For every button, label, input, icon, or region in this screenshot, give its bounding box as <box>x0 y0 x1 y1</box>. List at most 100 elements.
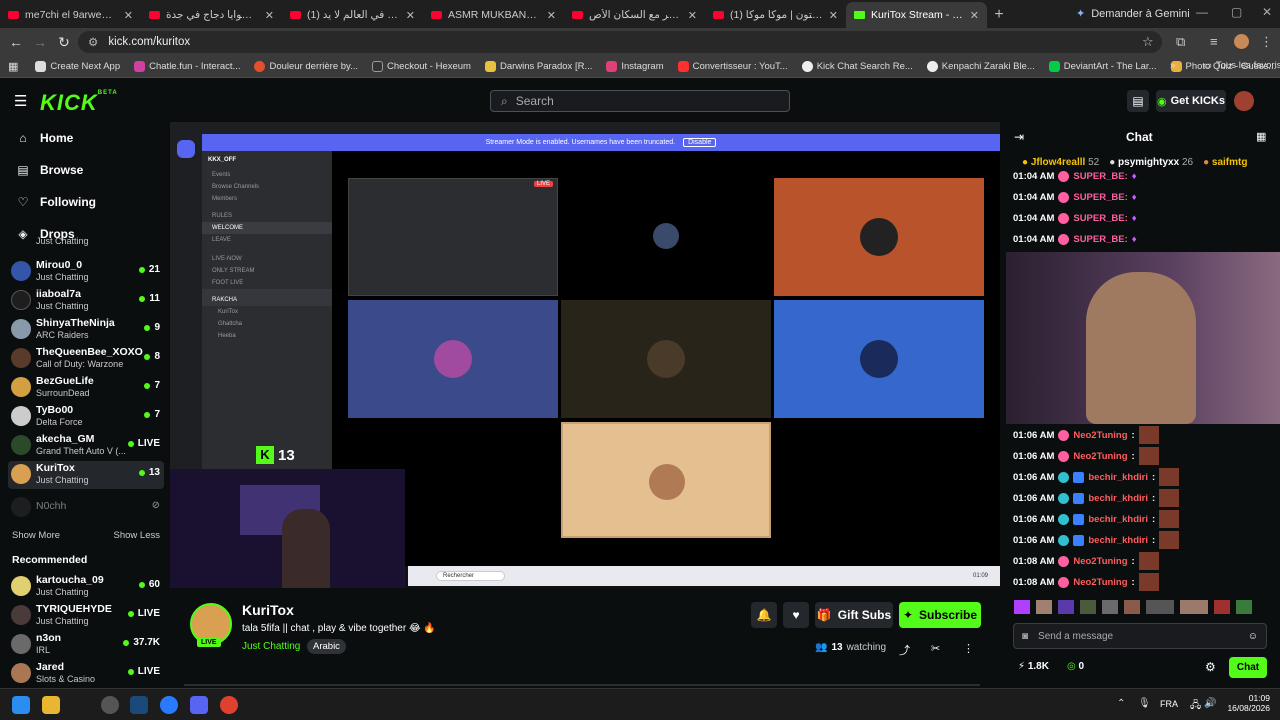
kick-logo[interactable]: KICKBETA <box>40 90 118 116</box>
more-options-icon[interactable]: ⋮ <box>963 642 974 655</box>
bookmark[interactable]: Kenpachi Zaraki Ble... <box>920 61 1042 72</box>
following-channel[interactable]: ShinyaTheNinja ARC Raiders 9 <box>8 316 164 344</box>
following-channel[interactable]: TyBo00 Delta Force 7 <box>8 403 164 431</box>
discord-icon[interactable] <box>190 696 208 714</box>
emoji-icon[interactable]: ☺ <box>1248 631 1258 642</box>
apps-icon[interactable]: ▦ <box>8 60 18 73</box>
emote-button[interactable] <box>1236 600 1252 614</box>
send-chat-button[interactable]: Chat <box>1229 657 1267 678</box>
search-input[interactable]: ⌕ Search <box>490 90 790 112</box>
following-channel[interactable]: Mirou0_0 Just Chatting 21 <box>8 258 164 286</box>
steam-icon[interactable] <box>130 696 148 714</box>
bookmark[interactable]: Douleur derrière by... <box>247 61 365 72</box>
clip-icon[interactable]: ✂ <box>931 642 940 655</box>
extensions-icon[interactable]: ⧉ <box>1176 34 1185 50</box>
close-icon[interactable]: ✕ <box>547 9 556 22</box>
collapse-chat-icon[interactable]: ⇥ <box>1014 130 1024 144</box>
nav-browse[interactable]: ▤ Browse <box>0 154 83 186</box>
bookmark[interactable]: Kick Chat Search Re... <box>795 61 920 72</box>
maximize-icon[interactable]: ▢ <box>1231 5 1242 19</box>
nav-following[interactable]: ♡ Following <box>0 186 96 218</box>
profile-avatar[interactable] <box>1234 34 1249 49</box>
emote-button[interactable] <box>1080 600 1096 614</box>
browser-tab[interactable]: me7chi el 9arwen - YouTube✕ <box>0 2 141 28</box>
chrome-icon[interactable] <box>220 696 238 714</box>
network-icon[interactable]: 🖧 <box>1190 698 1201 715</box>
close-icon[interactable]: ✕ <box>265 9 274 22</box>
browser-tab[interactable]: (1) أجمل بلد في العالم لا يد...✕ <box>282 2 423 28</box>
library-icon[interactable]: ▤ <box>1127 90 1149 112</box>
back-icon[interactable]: ← <box>4 34 28 50</box>
following-channel[interactable]: iiaboal7a Just Chatting 11 <box>8 287 164 315</box>
close-window-icon[interactable]: ✕ <box>1262 5 1272 19</box>
emote-button[interactable] <box>1146 600 1174 614</box>
emote-button[interactable] <box>1124 600 1140 614</box>
bookmark[interactable]: DeviantArt - The Lar... <box>1042 61 1164 72</box>
browser-tab[interactable]: دخلت البحر مع السكان الأص...✕ <box>564 2 705 28</box>
close-icon[interactable]: ✕ <box>829 9 838 22</box>
close-icon[interactable]: ✕ <box>970 9 979 22</box>
start-icon[interactable] <box>12 696 30 714</box>
recommended-channel[interactable]: kartoucha_09 Just Chatting 60 <box>8 573 164 601</box>
emote-button[interactable] <box>1036 600 1052 614</box>
nav-home[interactable]: ⌂ Home <box>0 122 73 154</box>
share-icon[interactable]: ⤴ <box>899 642 910 658</box>
bookmark[interactable]: Instagram <box>599 61 670 72</box>
channel-points[interactable]: ◎ 0 <box>1067 661 1084 672</box>
gifter[interactable]: ● psymightyxx 26 <box>1109 157 1193 168</box>
emote-button[interactable] <box>1102 600 1118 614</box>
new-tab-button[interactable]: + <box>987 2 1011 28</box>
reload-icon[interactable]: ↻ <box>52 34 76 51</box>
gemini-button[interactable]: ✦ Demander à Gemini <box>1076 7 1190 21</box>
site-info-icon[interactable]: ⚙ <box>88 35 98 49</box>
bookmark[interactable]: Create Next App <box>28 61 127 72</box>
bookmark[interactable]: Checkout - Hexeum <box>365 61 478 72</box>
media-icon[interactable]: ≡ <box>1210 34 1218 49</box>
obs-icon[interactable] <box>101 696 119 714</box>
get-kicks-button[interactable]: ◉ Get KICKs <box>1156 90 1226 112</box>
recommended-channel[interactable]: TYRIQUEHYDE Just Chatting LIVE <box>8 602 164 630</box>
recommended-channel[interactable]: n3on IRL 37.7K <box>8 631 164 659</box>
subscribe-button[interactable]: ✦ Subscribe <box>899 602 981 628</box>
following-channel-active[interactable]: KuriTox Just Chatting 13 <box>8 461 164 489</box>
disable-streamer-mode-button[interactable]: Disable <box>683 138 717 147</box>
video-player[interactable]: Streamer Mode is enabled. Usernames have… <box>170 122 1000 588</box>
language-indicator[interactable]: FRA <box>1160 699 1178 709</box>
chat-users-icon[interactable]: ▦ <box>1256 130 1266 143</box>
following-channel[interactable]: akecha_GM Grand Theft Auto V (... LIVE <box>8 432 164 460</box>
close-icon[interactable]: ✕ <box>124 9 133 22</box>
category-link[interactable]: Just Chatting <box>242 641 300 652</box>
volume-icon[interactable]: 🔊 <box>1204 698 1216 709</box>
following-channel[interactable]: BezGueLife SurrounDead 7 <box>8 374 164 402</box>
show-less-button[interactable]: Show Less <box>114 530 160 541</box>
user-avatar[interactable] <box>1234 91 1254 111</box>
gifter[interactable]: ● saifmtg <box>1203 157 1247 168</box>
url-field[interactable]: ⚙ kick.com/kuritox <box>78 31 1162 53</box>
kicks-balance[interactable]: ⚡ 1.8K <box>1018 661 1049 672</box>
notification-bell-button[interactable]: 🔔 <box>751 602 777 628</box>
hamburger-menu-icon[interactable]: ☰ <box>14 92 27 110</box>
system-clock[interactable]: 01:09 16/08/2026 <box>1226 693 1270 713</box>
following-channel[interactable]: TheQueenBee_XOXO Call of Duty: Warzone 8 <box>8 345 164 373</box>
browser-tab[interactable]: أفضل شوايا دجاج في جدة✕ <box>141 2 282 28</box>
follow-button[interactable]: ♥ <box>783 602 809 628</box>
bookmark[interactable]: Convertisseur : YouT... <box>671 61 795 72</box>
chat-input[interactable]: ◙ Send a message ☺ <box>1013 623 1267 649</box>
recommended-channel[interactable]: Jared Slots & Casino LIVE <box>8 660 164 688</box>
chevron-up-icon[interactable]: ⌃ <box>1117 698 1125 709</box>
following-channel-offline[interactable]: N0chh ⊘ <box>8 494 164 522</box>
gear-icon[interactable]: ⚙ <box>1205 660 1216 674</box>
forward-icon[interactable]: → <box>28 34 52 50</box>
browser-tab[interactable]: ASMR MUKBANG | GRILL...✕ <box>423 2 564 28</box>
emote-button[interactable] <box>1058 600 1074 614</box>
emote-button[interactable] <box>1214 600 1230 614</box>
emote-button[interactable] <box>1180 600 1208 614</box>
minimize-icon[interactable]: — <box>1196 5 1208 19</box>
chevron-right-icon[interactable]: » <box>1170 60 1175 71</box>
all-bookmarks-folder[interactable]: ▭ Tous les favoris <box>1196 60 1280 71</box>
gift-subs-button[interactable]: 🎁 Gift Subs <box>815 602 893 628</box>
gifter[interactable]: ● Jflow4realll 52 <box>1022 157 1099 168</box>
bookmark[interactable]: Darwins Paradox [R... <box>478 61 599 72</box>
bookmark-star-icon[interactable]: ☆ <box>1142 34 1154 50</box>
menu-icon[interactable]: ⋮ <box>1260 34 1273 50</box>
